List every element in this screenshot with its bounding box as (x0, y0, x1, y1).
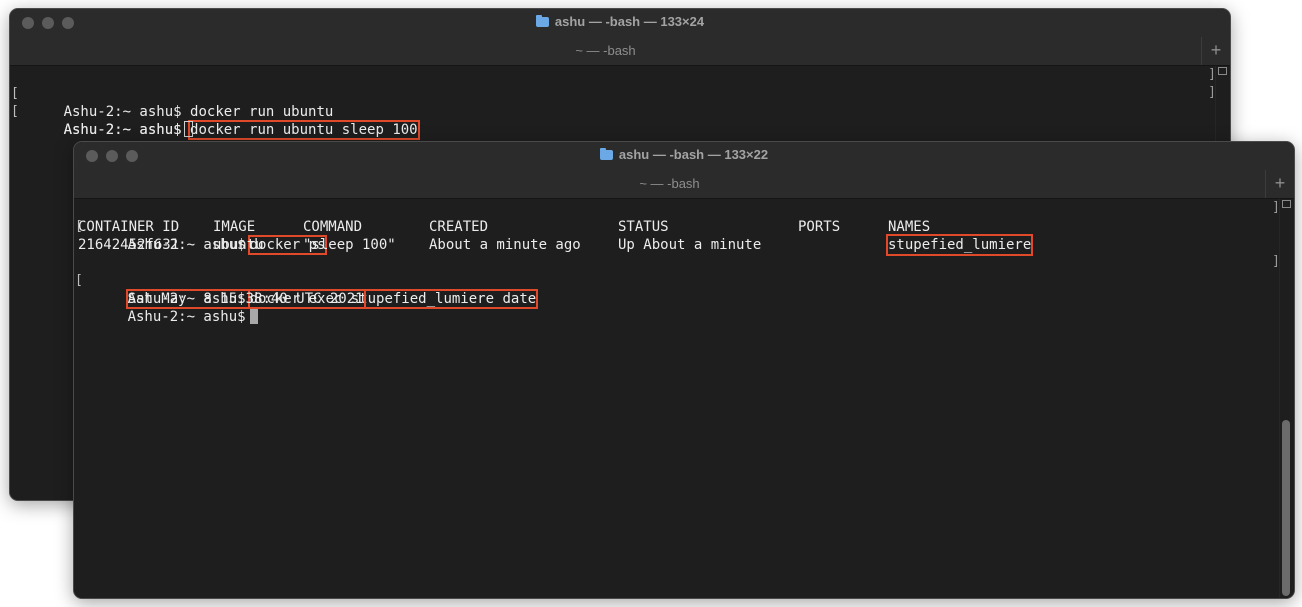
prompt: Ashu-2:~ ashu$ (63, 122, 182, 138)
scrollbar-marks-icon (1218, 67, 1227, 75)
folder-icon (535, 15, 549, 27)
folder-icon (599, 148, 613, 160)
table-cell: ubuntu (213, 237, 264, 253)
terminal-line: Ashu-2:~ ashu$ (13, 103, 193, 138)
new-tab-icon[interactable]: + (1201, 37, 1230, 65)
command-text: docker run ubuntu (190, 104, 334, 120)
table-cell-highlighted: stupefied_lumiere (885, 234, 1034, 256)
col-header: CONTAINER ID (78, 219, 180, 235)
new-tab-icon[interactable]: + (1265, 170, 1294, 198)
terminal-line: [ Ashu-2:~ ashu$ docker run ubuntu sleep… (11, 85, 420, 140)
col-header: IMAGE (213, 219, 256, 235)
terminal-window-front[interactable]: ashu — -bash — 133×22 ~ — -bash + [ Ashu… (73, 141, 1295, 599)
col-header: COMMAND (303, 219, 363, 235)
terminal-line: [ Ashu-2:~ ashu$ docker run ubuntu (11, 67, 333, 120)
table-cell: 21642452f631 (78, 237, 180, 253)
title-bar[interactable]: ashu — -bash — 133×24 (10, 9, 1230, 37)
terminal-line: Sat May 8 15:38:40 UTC 2021 (77, 272, 366, 309)
table-row: 21642452f631 ubuntu "sleep 100" About a … (77, 234, 1177, 256)
cursor (249, 309, 258, 324)
scrollbar-thumb[interactable] (1282, 420, 1290, 596)
tab-bar: ~ — -bash + (10, 37, 1230, 66)
table-header-row: CONTAINER ID IMAGE COMMAND CREATED STATU… (77, 218, 1177, 236)
window-title: ashu — -bash — 133×24 (10, 14, 1230, 29)
table-cell: About a minute ago (429, 237, 581, 253)
tab-bar: ~ — -bash + (74, 170, 1294, 199)
terminal-line: [ Ashu-2:~ ashu$ docker exec stupefied_lu… (75, 254, 539, 309)
cursor (183, 121, 193, 137)
command-text-highlighted: docker run ubuntu sleep 100 (188, 120, 420, 140)
tab-bash[interactable]: ~ — -bash (10, 37, 1201, 65)
terminal-line: Ashu-2:~ ashu$ (77, 290, 258, 325)
prompt: Ashu-2:~ ashu$ (127, 309, 246, 325)
col-header: STATUS (618, 219, 669, 235)
col-header: CREATED (429, 219, 489, 235)
title-bar[interactable]: ashu — -bash — 133×22 (74, 142, 1294, 170)
scrollbar-marks-icon (1282, 200, 1291, 208)
col-header: PORTS (798, 219, 841, 235)
tab-bash[interactable]: ~ — -bash (74, 170, 1265, 198)
window-title: ashu — -bash — 133×22 (74, 147, 1294, 162)
window-title-text: ashu — -bash — 133×24 (554, 14, 705, 29)
table-cell: "sleep 100" (303, 237, 396, 253)
window-title-text: ashu — -bash — 133×22 (618, 147, 769, 162)
scrollbar[interactable] (1279, 199, 1294, 598)
table-cell: Up About a minute (618, 237, 762, 253)
col-header: NAMES (888, 219, 931, 235)
terminal-line: [ Ashu-2:~ ashu$ docker ps (75, 200, 328, 255)
terminal-body[interactable]: [ Ashu-2:~ ashu$ docker ps CONTAINER ID I… (74, 199, 1294, 598)
